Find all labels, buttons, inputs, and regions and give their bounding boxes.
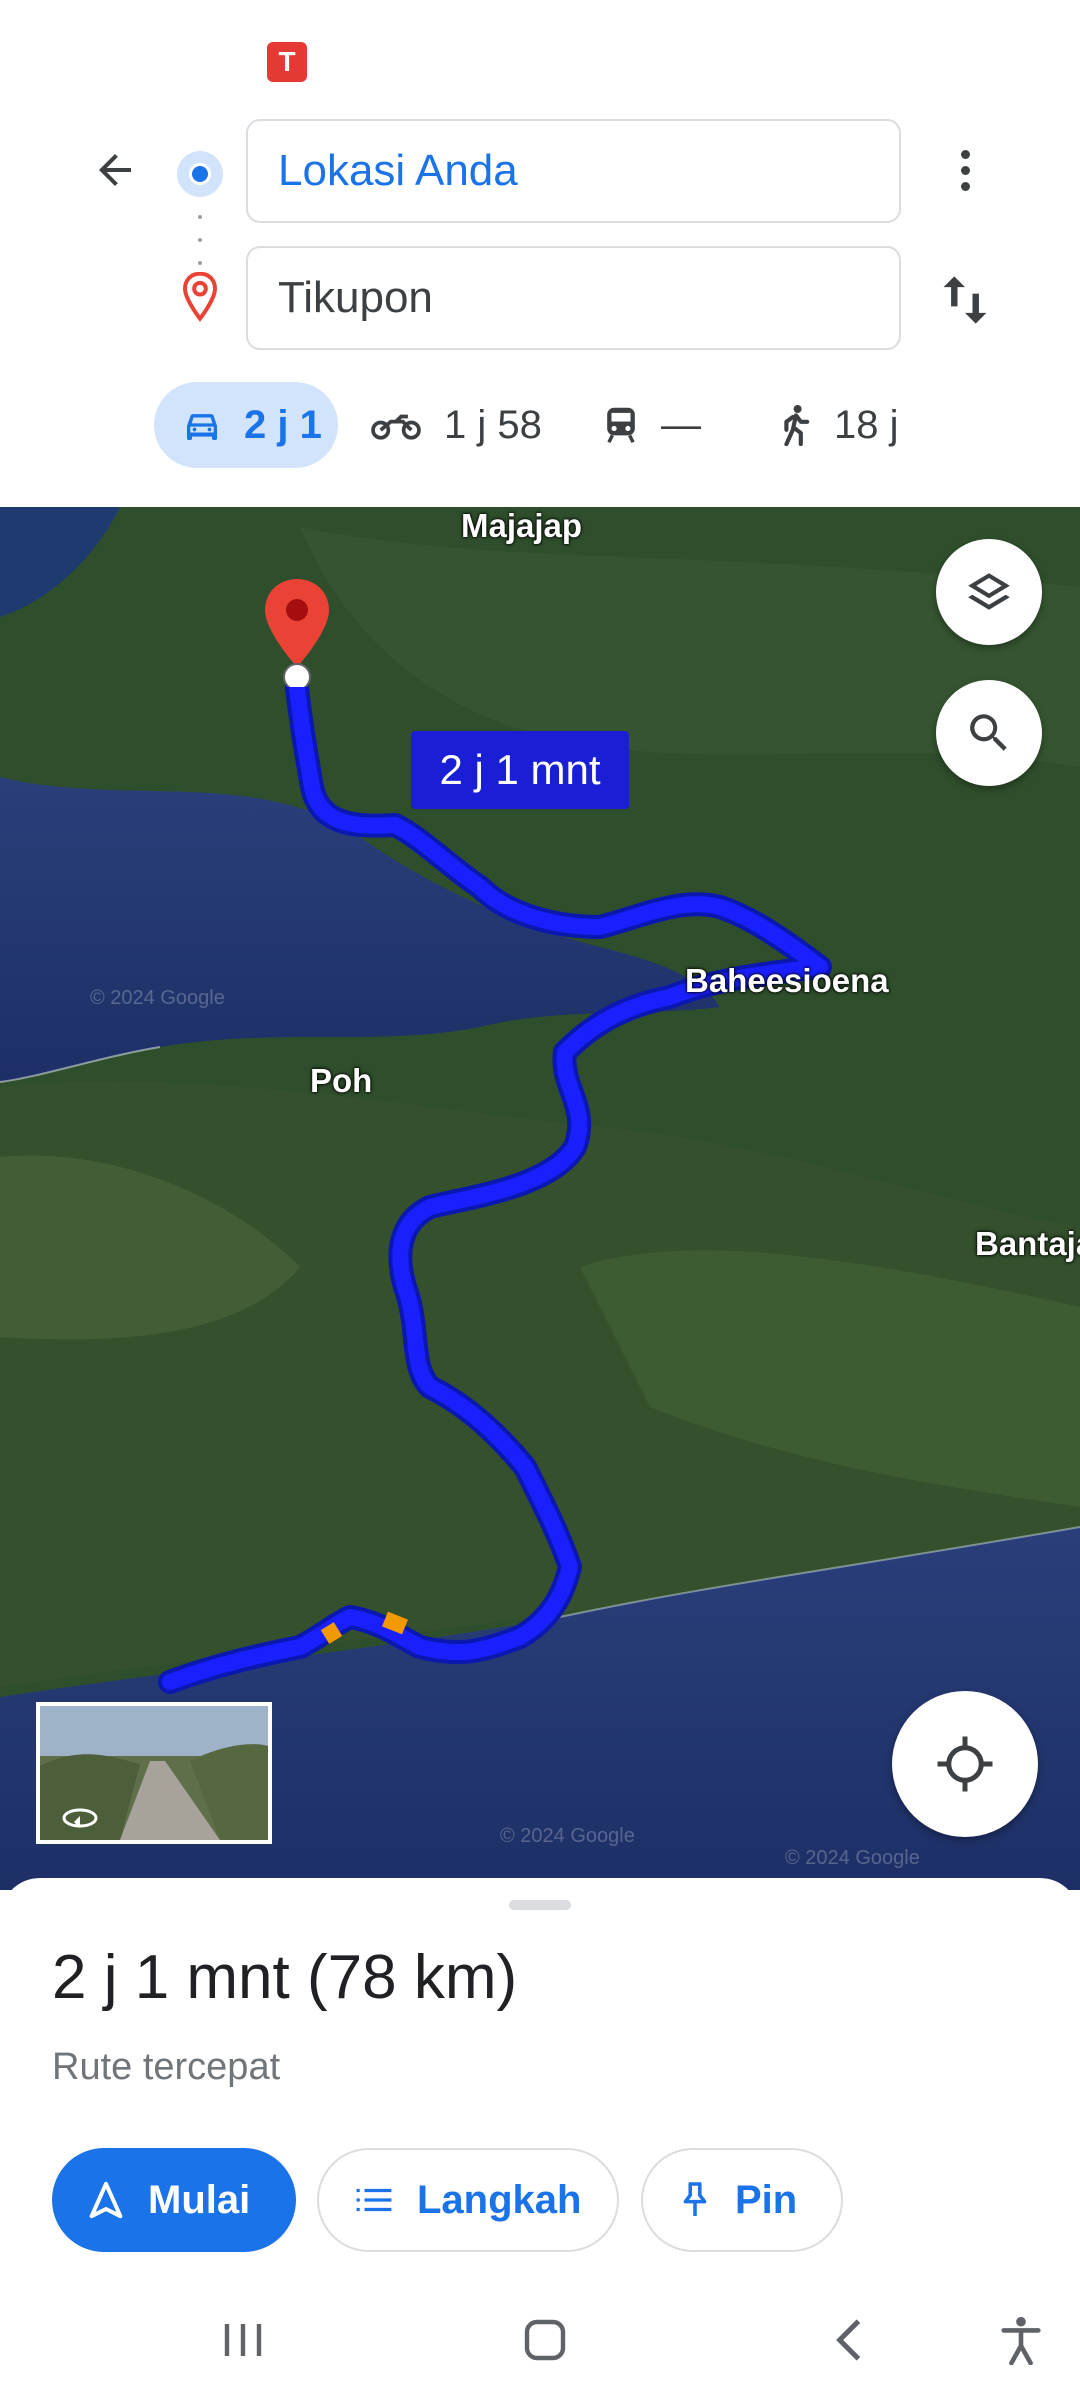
driving-time: 2 j 1 bbox=[244, 402, 322, 447]
pin-button[interactable]: Pin bbox=[641, 2148, 843, 2252]
car-icon bbox=[182, 408, 222, 442]
start-label: Mulai bbox=[148, 2177, 251, 2222]
origin-input[interactable]: Lokasi Anda bbox=[246, 119, 901, 223]
pushpin-icon bbox=[679, 2180, 711, 2220]
home-icon bbox=[524, 2319, 566, 2361]
map-view[interactable]: Majajap Baheesioena Poh Bantaja 2 j 1 mn… bbox=[0, 507, 1080, 1890]
map-label-bantaja: Bantaja bbox=[975, 1225, 1080, 1262]
transit-time: — bbox=[661, 402, 701, 447]
directions-header: Lokasi Anda Tikupon 2 j 1 1 j 58 — 18 j bbox=[0, 110, 1080, 507]
more-options-button[interactable] bbox=[935, 135, 995, 205]
home-button[interactable] bbox=[505, 2305, 585, 2375]
destination-marker-icon bbox=[265, 579, 329, 687]
list-icon bbox=[355, 2185, 393, 2215]
motorcycle-time: 1 j 58 bbox=[444, 402, 542, 447]
route-duration: 2 j 1 mnt bbox=[52, 1943, 290, 2012]
walk-icon bbox=[780, 404, 812, 446]
map-label-poh: Poh bbox=[310, 1062, 373, 1099]
route-type: Rute tercepat bbox=[52, 2046, 281, 2088]
route-summary: 2 j 1 mnt (78 km) bbox=[52, 1942, 517, 2013]
start-button[interactable]: Mulai bbox=[52, 2148, 296, 2252]
destination-input[interactable]: Tikupon bbox=[246, 246, 901, 350]
map-label-majajap: Majajap bbox=[461, 507, 583, 544]
my-location-button[interactable] bbox=[892, 1691, 1038, 1837]
sheet-drag-handle[interactable] bbox=[509, 1900, 571, 1910]
back-button[interactable] bbox=[80, 135, 150, 205]
accessibility-button[interactable] bbox=[981, 2305, 1061, 2375]
navigation-arrow-icon bbox=[88, 2180, 124, 2220]
travel-mode-tabs: 2 j 1 1 j 58 — 18 j bbox=[0, 382, 1080, 468]
crosshair-icon bbox=[937, 1736, 993, 1792]
satellite-terrain bbox=[0, 507, 1080, 1890]
steps-label: Langkah bbox=[417, 2177, 582, 2222]
system-back-button[interactable] bbox=[808, 2305, 888, 2375]
tab-driving[interactable]: 2 j 1 bbox=[154, 382, 338, 468]
route-connector-dots bbox=[196, 215, 204, 265]
pin-label: Pin bbox=[735, 2177, 798, 2222]
swap-button[interactable] bbox=[935, 265, 995, 335]
chevron-left-icon bbox=[836, 2319, 861, 2361]
map-label-baheesioena: Baheesioena bbox=[685, 962, 889, 999]
more-vert-icon bbox=[960, 149, 970, 159]
search-icon bbox=[970, 714, 1007, 751]
steps-button[interactable]: Langkah bbox=[317, 2148, 619, 2252]
destination-pin-icon bbox=[180, 271, 220, 322]
status-bar: T bbox=[0, 0, 1080, 110]
search-along-route-button[interactable] bbox=[936, 680, 1042, 786]
walking-time: 18 j bbox=[834, 402, 899, 447]
layers-button[interactable] bbox=[936, 539, 1042, 645]
tab-walking[interactable]: 18 j bbox=[780, 382, 899, 468]
recent-apps-icon bbox=[224, 2324, 262, 2356]
t-app-icon: T bbox=[267, 42, 307, 82]
motorcycle-icon bbox=[370, 408, 422, 442]
swap-vert-icon bbox=[943, 276, 987, 324]
layers-icon bbox=[968, 573, 1010, 610]
origin-location-icon bbox=[177, 151, 223, 197]
recent-apps-button[interactable] bbox=[203, 2305, 283, 2375]
transit-icon bbox=[603, 406, 639, 444]
tab-transit[interactable]: — bbox=[603, 382, 701, 468]
map-watermark: © 2024 Google bbox=[90, 987, 225, 1009]
street-view-thumbnail[interactable] bbox=[36, 1702, 272, 1844]
system-navigation-bar bbox=[0, 2285, 1080, 2400]
arrow-back-icon bbox=[99, 154, 131, 186]
accessibility-icon bbox=[1001, 2316, 1041, 2365]
map-watermark: © 2024 Google bbox=[500, 1825, 635, 1847]
map-watermark: © 2024 Google bbox=[785, 1847, 920, 1869]
route-distance: (78 km) bbox=[307, 1943, 518, 2012]
route-duration-badge[interactable]: 2 j 1 mnt bbox=[411, 731, 629, 809]
tab-motorcycle[interactable]: 1 j 58 bbox=[370, 382, 542, 468]
